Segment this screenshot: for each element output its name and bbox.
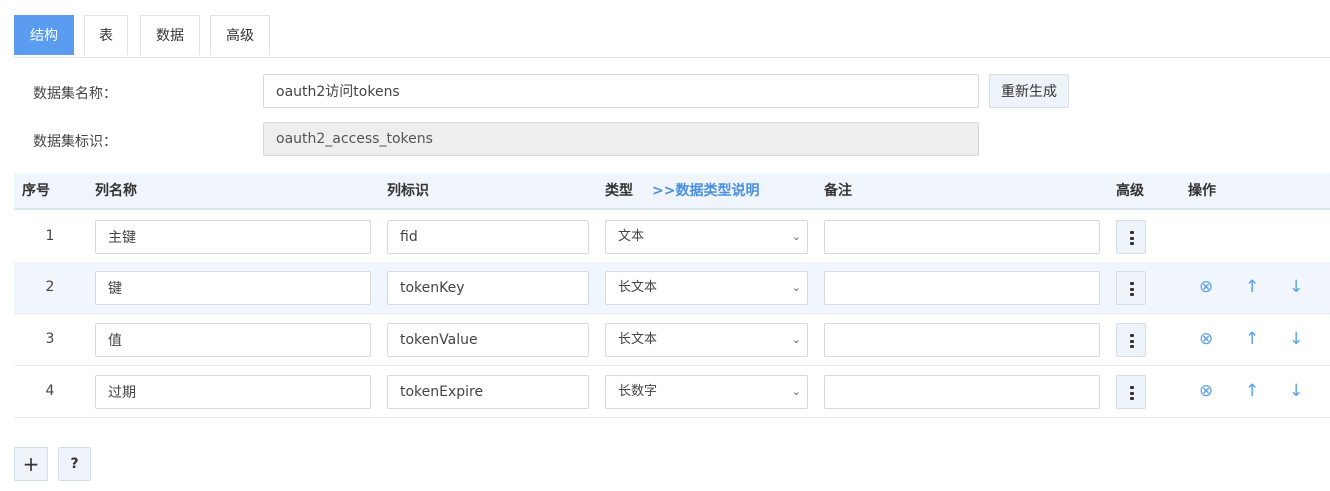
column-id-input[interactable] (387, 323, 589, 357)
type-select[interactable]: 文本 ⌄ (605, 220, 808, 254)
dataset-name-input[interactable] (263, 74, 979, 108)
column-name-input[interactable] (95, 220, 371, 254)
column-id-input[interactable] (387, 271, 589, 305)
table-row: 3 长文本 ⌄ ⊗ ↑ ↓ (14, 314, 1330, 366)
header-note: 备注 (824, 183, 852, 199)
column-name-input[interactable] (95, 375, 371, 409)
note-input[interactable] (824, 220, 1100, 254)
type-select-value: 文本 (618, 229, 645, 244)
note-input[interactable] (824, 323, 1100, 357)
type-select[interactable]: 长数字 ⌄ (605, 375, 808, 409)
row-seq: 1 (45, 228, 55, 244)
table-row: 1 文本 ⌄ (14, 211, 1330, 263)
move-down-icon[interactable]: ↓ (1289, 262, 1303, 313)
tab-advanced[interactable]: 高级 (210, 15, 270, 55)
type-select[interactable]: 长文本 ⌄ (605, 271, 808, 305)
advanced-options-button[interactable] (1116, 323, 1146, 357)
advanced-options-button[interactable] (1116, 220, 1146, 254)
tab-data[interactable]: 数据 (140, 15, 200, 55)
column-name-input[interactable] (95, 323, 371, 357)
dataset-id-input (263, 122, 979, 156)
row-seq: 4 (45, 383, 55, 399)
header-column-id: 列标识 (387, 183, 429, 199)
column-name-input[interactable] (95, 271, 371, 305)
move-up-icon[interactable]: ↑ (1245, 314, 1259, 365)
table-row: 4 长数字 ⌄ ⊗ ↑ ↓ (14, 366, 1330, 418)
more-vertical-icon (1130, 231, 1134, 245)
more-vertical-icon (1130, 386, 1134, 400)
type-select-value: 长文本 (618, 280, 658, 295)
type-select-value: 长文本 (618, 332, 658, 347)
advanced-options-button[interactable] (1116, 375, 1146, 409)
data-type-help-link[interactable]: >>数据类型说明 (652, 173, 759, 209)
move-down-icon[interactable]: ↓ (1289, 366, 1303, 417)
header-actions: 操作 (1188, 183, 1216, 199)
more-vertical-icon (1130, 334, 1134, 348)
help-icon: ? (70, 456, 79, 472)
table-row: 2 长文本 ⌄ ⊗ ↑ ↓ (14, 262, 1330, 314)
note-input[interactable] (824, 375, 1100, 409)
regenerate-button[interactable]: 重新生成 (989, 74, 1069, 108)
chevron-down-icon: ⌄ (791, 230, 801, 243)
column-id-input[interactable] (387, 375, 589, 409)
type-select[interactable]: 长文本 ⌄ (605, 323, 808, 357)
dataset-id-label: 数据集标识： (33, 134, 117, 150)
delete-row-icon[interactable]: ⊗ (1199, 262, 1213, 313)
row-seq: 3 (45, 331, 55, 347)
dataset-name-label: 数据集名称： (33, 86, 117, 102)
note-input[interactable] (824, 271, 1100, 305)
table-header: 序号 列名称 列标识 类型 >>数据类型说明 备注 高级 操作 (14, 173, 1330, 210)
type-select-value: 长数字 (618, 384, 658, 399)
column-id-input[interactable] (387, 220, 589, 254)
tab-structure[interactable]: 结构 (14, 15, 74, 55)
plus-icon: + (22, 452, 40, 476)
chevron-down-icon: ⌄ (791, 385, 801, 398)
more-vertical-icon (1130, 282, 1134, 296)
delete-row-icon[interactable]: ⊗ (1199, 366, 1213, 417)
chevron-down-icon: ⌄ (791, 333, 801, 346)
chevron-down-icon: ⌄ (791, 281, 801, 294)
move-up-icon[interactable]: ↑ (1245, 366, 1259, 417)
move-down-icon[interactable]: ↓ (1289, 314, 1303, 365)
header-column-name: 列名称 (95, 183, 137, 199)
header-advanced: 高级 (1116, 183, 1144, 199)
advanced-options-button[interactable] (1116, 271, 1146, 305)
row-seq: 2 (45, 279, 55, 295)
delete-row-icon[interactable]: ⊗ (1199, 314, 1213, 365)
move-up-icon[interactable]: ↑ (1245, 262, 1259, 313)
help-button[interactable]: ? (58, 447, 91, 481)
tab-bar: 结构 表 数据 高级 (14, 15, 1330, 58)
tab-table[interactable]: 表 (84, 15, 128, 55)
header-seq: 序号 (22, 183, 50, 199)
header-type: 类型 (605, 183, 633, 199)
add-row-button[interactable]: + (14, 447, 48, 481)
